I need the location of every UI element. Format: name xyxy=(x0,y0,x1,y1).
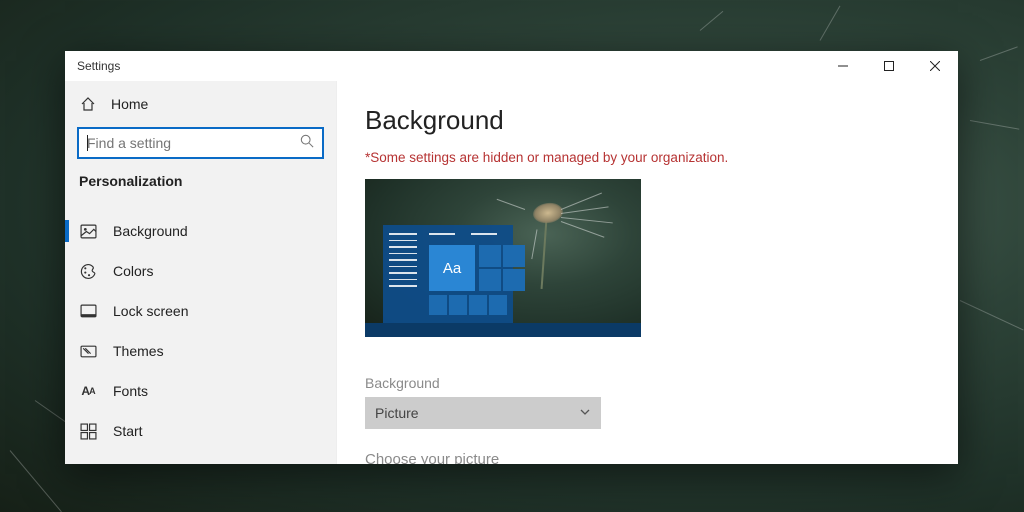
background-field-label: Background xyxy=(365,375,930,391)
start-icon xyxy=(79,422,97,440)
search-input[interactable] xyxy=(87,135,300,151)
sidebar-item-label: Lock screen xyxy=(113,303,188,319)
sidebar-item-label: Fonts xyxy=(113,383,148,399)
sidebar-item-lock-screen[interactable]: Lock screen xyxy=(65,291,336,331)
section-heading: Personalization xyxy=(65,173,336,207)
settings-window: Settings Home xyxy=(65,51,958,464)
nav-list: Background Colors Lock screen xyxy=(65,207,336,451)
fonts-icon: AA xyxy=(79,382,97,400)
background-preview: Aa xyxy=(365,179,641,337)
background-type-dropdown[interactable]: Picture xyxy=(365,397,601,429)
page-title: Background xyxy=(365,105,930,136)
minimize-icon xyxy=(838,61,848,71)
sidebar-item-colors[interactable]: Colors xyxy=(65,251,336,291)
minimize-button[interactable] xyxy=(820,51,866,81)
maximize-button[interactable] xyxy=(866,51,912,81)
themes-icon xyxy=(79,342,97,360)
text-caret xyxy=(87,135,88,151)
sidebar-item-label: Start xyxy=(113,423,143,439)
sidebar-item-fonts[interactable]: AA Fonts xyxy=(65,371,336,411)
dropdown-value: Picture xyxy=(375,405,419,421)
home-icon xyxy=(79,95,97,113)
chevron-down-icon xyxy=(579,405,591,421)
home-button[interactable]: Home xyxy=(65,81,336,123)
window-controls xyxy=(820,51,958,81)
palette-icon xyxy=(79,262,97,280)
lock-screen-icon xyxy=(79,302,97,320)
sidebar-item-themes[interactable]: Themes xyxy=(65,331,336,371)
maximize-icon xyxy=(884,61,894,71)
close-button[interactable] xyxy=(912,51,958,81)
org-warning-text: *Some settings are hidden or managed by … xyxy=(365,150,930,165)
sidebar-item-label: Themes xyxy=(113,343,164,359)
sidebar-item-background[interactable]: Background xyxy=(65,211,336,251)
window-title: Settings xyxy=(77,59,120,73)
search-icon xyxy=(300,134,314,153)
sidebar-item-label: Background xyxy=(113,223,188,239)
sidebar: Home Personalization Background xyxy=(65,81,337,464)
sidebar-item-start[interactable]: Start xyxy=(65,411,336,451)
search-input-container[interactable] xyxy=(77,127,324,159)
content-pane: Background *Some settings are hidden or … xyxy=(337,81,958,464)
preview-sample-text: Aa xyxy=(429,245,475,291)
home-label: Home xyxy=(111,96,148,112)
image-icon xyxy=(79,222,97,240)
choose-picture-label: Choose your picture xyxy=(365,451,930,464)
desktop-wallpaper: Settings Home xyxy=(0,0,1024,512)
sidebar-item-label: Colors xyxy=(113,263,153,279)
close-icon xyxy=(930,61,940,71)
titlebar[interactable]: Settings xyxy=(65,51,958,81)
